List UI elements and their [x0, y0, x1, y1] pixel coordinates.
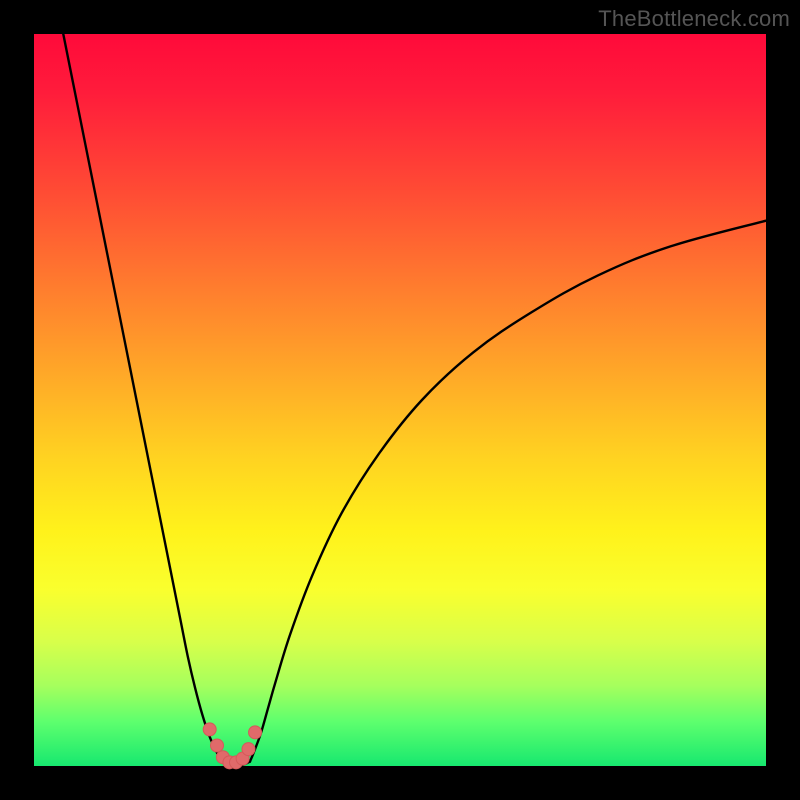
curve-right-branch	[250, 221, 766, 762]
watermark-text: TheBottleneck.com	[598, 6, 790, 32]
valley-markers	[203, 723, 261, 769]
plot-area	[34, 34, 766, 766]
valley-marker-dot	[211, 739, 224, 752]
valley-marker-dot	[203, 723, 216, 736]
outer-frame: TheBottleneck.com	[0, 0, 800, 800]
valley-marker-dot	[249, 726, 262, 739]
curve-left-branch	[63, 34, 221, 762]
valley-marker-dot	[242, 743, 255, 756]
curve-svg	[34, 34, 766, 766]
